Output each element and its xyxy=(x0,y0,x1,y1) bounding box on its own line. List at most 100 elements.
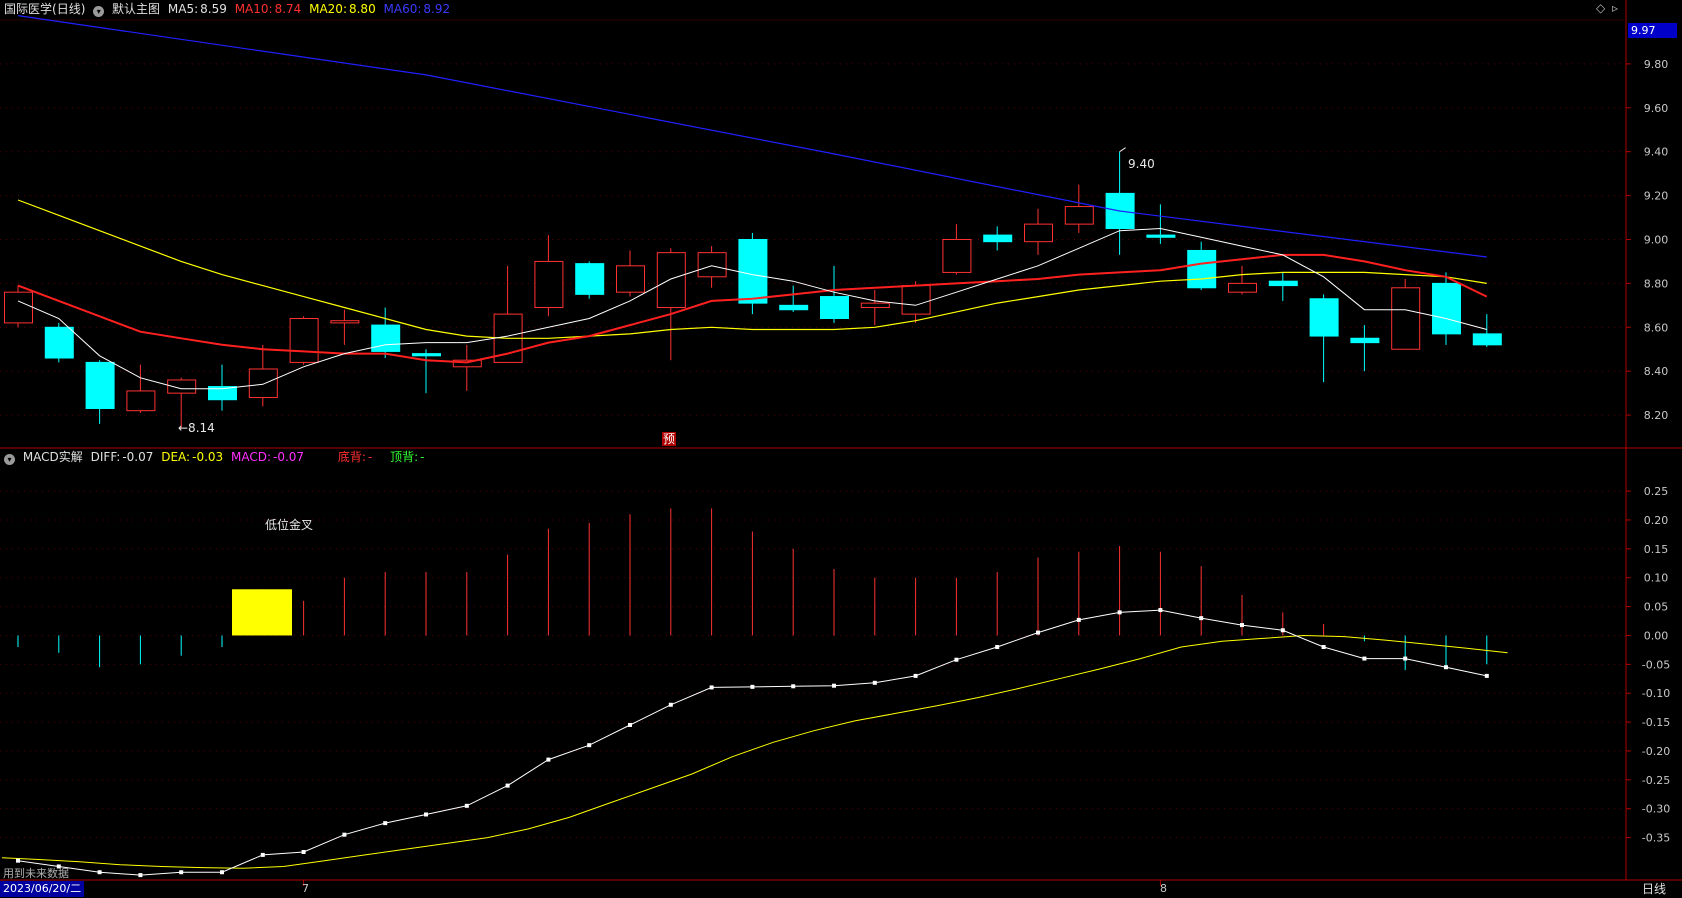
candle xyxy=(85,360,115,424)
y-tick-label: 9.80 xyxy=(1644,58,1669,71)
diff-label: DIFF: xyxy=(90,450,121,464)
low-annotation: ←8.14 xyxy=(178,421,215,435)
candle xyxy=(452,344,482,391)
main-header: 国际医学(日线) ▾ 默认主图 MA5: 8.59 MA10: 8.74 MA20:… xyxy=(4,1,454,17)
diff-point xyxy=(424,812,428,817)
bottom-div-label: 底背: xyxy=(337,450,366,464)
ma60-label: MA60: xyxy=(383,2,422,16)
candle-body xyxy=(330,320,360,324)
diff-point xyxy=(138,873,143,878)
ma10-label: MA10: xyxy=(234,2,273,16)
diff-point xyxy=(505,783,510,788)
settings-icon[interactable]: ▾ xyxy=(93,6,105,17)
candle-body xyxy=(983,234,1013,243)
high-annotation: 9.40 xyxy=(1128,157,1155,171)
candle xyxy=(738,232,768,315)
ma60-value: 8.92 xyxy=(423,2,451,16)
candle-body xyxy=(942,238,972,273)
candle-body xyxy=(126,390,156,412)
month-8-label: 8 xyxy=(1160,882,1167,895)
candle-body xyxy=(1350,337,1380,344)
month-7-label: 7 xyxy=(302,882,309,895)
diff-point xyxy=(954,657,959,662)
y-tick-label: -0.35 xyxy=(1642,832,1670,845)
y-tick-label: 9.20 xyxy=(1644,190,1669,203)
candle-body xyxy=(412,353,441,357)
candle xyxy=(1064,184,1094,233)
candle-body xyxy=(85,361,115,409)
candle xyxy=(616,250,645,297)
candle-body xyxy=(1146,234,1176,238)
candle xyxy=(412,349,441,394)
y-tick-label: 0.20 xyxy=(1644,514,1669,527)
stock-name[interactable]: 国际医学 xyxy=(4,2,52,16)
candle xyxy=(983,226,1013,251)
diff-point xyxy=(220,870,224,875)
macd-name[interactable]: MACD实解 xyxy=(23,450,83,464)
macd-header: ▾ MACD实解 DIFF: -0.07 DEA: -0.03 MACD: -0.07… xyxy=(4,449,429,465)
top-div-value: - xyxy=(420,450,425,464)
diff-point xyxy=(1117,610,1122,615)
diff-point xyxy=(832,683,836,688)
candle xyxy=(1391,278,1421,350)
candle xyxy=(860,289,890,326)
dea-line xyxy=(1,634,1508,869)
y-tick-label: -0.05 xyxy=(1642,658,1670,671)
y-tick-label: 8.20 xyxy=(1644,409,1669,422)
y-tick-label: 0.00 xyxy=(1644,629,1669,642)
candle-body xyxy=(248,368,278,399)
diff-point xyxy=(1280,628,1285,633)
diff-point xyxy=(301,850,306,855)
macd-value: -0.07 xyxy=(273,450,305,464)
diff-point xyxy=(750,684,755,689)
diff-point xyxy=(791,684,796,689)
candle xyxy=(126,364,156,413)
candle xyxy=(1024,208,1053,255)
candle-body xyxy=(820,296,849,320)
candle xyxy=(289,316,319,365)
diff-point xyxy=(872,680,877,685)
period-label: (日线) xyxy=(52,2,86,16)
candle-body xyxy=(1309,298,1339,337)
diff-point xyxy=(668,702,673,707)
start-date-label[interactable]: 2023/06/20/二 xyxy=(0,881,85,897)
candle xyxy=(371,307,401,359)
candle-body xyxy=(1432,282,1461,335)
diff-point xyxy=(546,757,551,762)
top-div-label: 顶背: xyxy=(390,450,419,464)
y-tick-label: 9.00 xyxy=(1644,233,1669,246)
diff-point xyxy=(995,645,1000,650)
diff-point xyxy=(913,673,918,678)
macd-settings-icon[interactable]: ▾ xyxy=(4,454,15,465)
candle xyxy=(697,246,727,288)
ma10-value: 8.74 xyxy=(274,2,302,16)
candle-body xyxy=(860,302,890,309)
diff-point xyxy=(342,832,347,837)
candle xyxy=(1228,265,1257,295)
diff-point xyxy=(628,722,632,727)
candle xyxy=(1268,272,1298,301)
candle xyxy=(248,344,278,407)
period-button[interactable]: 日线 xyxy=(1630,881,1678,897)
candle-body xyxy=(1187,249,1217,289)
forecast-marker: 预 xyxy=(662,432,677,446)
ma5-label: MA5: xyxy=(167,2,199,16)
candle-body xyxy=(1064,206,1094,225)
arrow-right-icon[interactable]: ▹ xyxy=(1612,1,1618,15)
candle-body xyxy=(656,252,686,309)
candle xyxy=(1146,204,1176,244)
candle-body xyxy=(534,260,564,309)
diff-point xyxy=(1321,645,1326,650)
diff-line xyxy=(17,609,1487,876)
candle-body xyxy=(1228,282,1257,293)
y-tick-label: -0.20 xyxy=(1642,745,1670,758)
dea-label: DEA: xyxy=(161,450,191,464)
macd-label: MACD: xyxy=(231,450,272,464)
diff-point xyxy=(1444,665,1448,670)
candle-body xyxy=(616,265,645,293)
diamond-icon[interactable]: ◇ xyxy=(1596,1,1605,15)
bottom-div-value: - xyxy=(367,450,373,464)
main-chart-name[interactable]: 默认主图 xyxy=(112,2,160,16)
y-tick-label: -0.10 xyxy=(1642,687,1670,700)
candle xyxy=(779,285,809,312)
